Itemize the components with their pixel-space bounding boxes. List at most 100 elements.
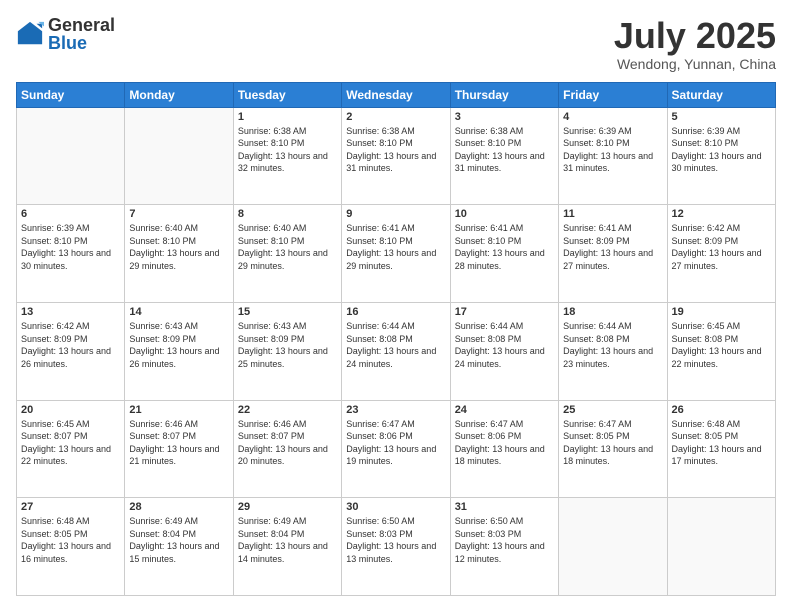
cell-w4-d5: 24 Sunrise: 6:47 AM Sunset: 8:06 PM Dayli… <box>450 400 558 498</box>
cell-w1-d5: 3 Sunrise: 6:38 AM Sunset: 8:10 PM Daylig… <box>450 107 558 205</box>
logo-general-text: General <box>48 16 115 34</box>
day-info-text: Sunrise: 6:46 AM Sunset: 8:07 PM Dayligh… <box>129 418 228 468</box>
cell-w1-d4: 2Sunrise: 6:38 AM Sunset: 8:10 PM Daylig… <box>342 107 450 205</box>
day-number: 21 <box>129 404 228 416</box>
day-number: 6 <box>21 208 120 220</box>
cell-w5-d1: 27 Sunrise: 6:48 AM Sunset: 8:05 PM Dayli… <box>17 498 125 596</box>
day-number: 15 <box>238 306 337 318</box>
cell-w4-d7: 26Sunrise: 6:48 AM Sunset: 8:05 PM Dayli… <box>667 400 775 498</box>
day-info-text: Sunrise: 6:47 AM Sunset: 8:05 PM Dayligh… <box>563 418 662 468</box>
day-info-text: Sunrise: 6:38 AM Sunset: 8:10 PM Dayligh… <box>455 125 554 175</box>
cell-w3-d6: 18 Sunrise: 6:44 AM Sunset: 8:08 PM Dayli… <box>559 302 667 400</box>
day-number: 9 <box>346 208 445 220</box>
day-info-text: Sunrise: 6:41 AM Sunset: 8:10 PM Dayligh… <box>346 222 445 272</box>
day-number: 24 <box>455 404 554 416</box>
cell-w5-d2: 28 Sunrise: 6:49 AM Sunset: 8:04 PM Dayli… <box>125 498 233 596</box>
cell-w4-d4: 23 Sunrise: 6:47 AM Sunset: 8:06 PM Dayli… <box>342 400 450 498</box>
day-number: 27 <box>21 501 120 513</box>
day-info-text: Sunrise: 6:47 AM Sunset: 8:06 PM Dayligh… <box>455 418 554 468</box>
day-number: 29 <box>238 501 337 513</box>
cell-w4-d1: 20 Sunrise: 6:45 AM Sunset: 8:07 PM Dayli… <box>17 400 125 498</box>
logo-blue-text: Blue <box>48 34 115 52</box>
calendar-header-row: Sunday Monday Tuesday Wednesday Thursday… <box>17 82 776 107</box>
day-info-text: Sunrise: 6:40 AM Sunset: 8:10 PM Dayligh… <box>238 222 337 272</box>
cell-w3-d3: 15 Sunrise: 6:43 AM Sunset: 8:09 PM Dayli… <box>233 302 341 400</box>
week-row-3: 13 Sunrise: 6:42 AM Sunset: 8:09 PM Dayli… <box>17 302 776 400</box>
day-number: 13 <box>21 306 120 318</box>
month-year-title: July 2025 <box>614 16 776 56</box>
day-number: 7 <box>129 208 228 220</box>
day-number: 5 <box>672 111 771 123</box>
day-number: 20 <box>21 404 120 416</box>
day-info-text: Sunrise: 6:48 AM Sunset: 8:05 PM Dayligh… <box>21 515 120 565</box>
day-info-text: Sunrise: 6:43 AM Sunset: 8:09 PM Dayligh… <box>238 320 337 370</box>
cell-w3-d1: 13 Sunrise: 6:42 AM Sunset: 8:09 PM Dayli… <box>17 302 125 400</box>
day-info-text: Sunrise: 6:45 AM Sunset: 8:07 PM Dayligh… <box>21 418 120 468</box>
day-info-text: Sunrise: 6:45 AM Sunset: 8:08 PM Dayligh… <box>672 320 771 370</box>
day-number: 18 <box>563 306 662 318</box>
day-number: 16 <box>346 306 445 318</box>
cell-w4-d2: 21 Sunrise: 6:46 AM Sunset: 8:07 PM Dayli… <box>125 400 233 498</box>
day-number: 12 <box>672 208 771 220</box>
week-row-1: 1 Sunrise: 6:38 AM Sunset: 8:10 PM Daylig… <box>17 107 776 205</box>
page: General Blue July 2025 Wendong, Yunnan, … <box>0 0 792 612</box>
cell-w1-d6: 4Sunrise: 6:39 AM Sunset: 8:10 PM Daylig… <box>559 107 667 205</box>
col-header-friday: Friday <box>559 82 667 107</box>
col-header-saturday: Saturday <box>667 82 775 107</box>
cell-w2-d4: 9 Sunrise: 6:41 AM Sunset: 8:10 PM Daylig… <box>342 205 450 303</box>
day-number: 19 <box>672 306 771 318</box>
cell-w1-d7: 5 Sunrise: 6:39 AM Sunset: 8:10 PM Daylig… <box>667 107 775 205</box>
day-info-text: Sunrise: 6:47 AM Sunset: 8:06 PM Dayligh… <box>346 418 445 468</box>
col-header-monday: Monday <box>125 82 233 107</box>
day-info-text: Sunrise: 6:44 AM Sunset: 8:08 PM Dayligh… <box>563 320 662 370</box>
cell-w3-d7: 19 Sunrise: 6:45 AM Sunset: 8:08 PM Dayli… <box>667 302 775 400</box>
day-number: 30 <box>346 501 445 513</box>
logo-icon <box>16 20 44 48</box>
day-number: 23 <box>346 404 445 416</box>
day-info-text: Sunrise: 6:50 AM Sunset: 8:03 PM Dayligh… <box>455 515 554 565</box>
cell-w5-d6 <box>559 498 667 596</box>
col-header-thursday: Thursday <box>450 82 558 107</box>
week-row-2: 6 Sunrise: 6:39 AM Sunset: 8:10 PM Daylig… <box>17 205 776 303</box>
day-info-text: Sunrise: 6:42 AM Sunset: 8:09 PM Dayligh… <box>21 320 120 370</box>
day-number: 11 <box>563 208 662 220</box>
day-info-text: Sunrise: 6:49 AM Sunset: 8:04 PM Dayligh… <box>238 515 337 565</box>
day-info-text: Sunrise: 6:48 AM Sunset: 8:05 PM Dayligh… <box>672 418 771 468</box>
day-info-text: Sunrise: 6:42 AM Sunset: 8:09 PM Dayligh… <box>672 222 771 272</box>
col-header-wednesday: Wednesday <box>342 82 450 107</box>
location-text: Wendong, Yunnan, China <box>614 56 776 72</box>
day-number: 1 <box>238 111 337 123</box>
cell-w3-d4: 16 Sunrise: 6:44 AM Sunset: 8:08 PM Dayli… <box>342 302 450 400</box>
cell-w5-d4: 30Sunrise: 6:50 AM Sunset: 8:03 PM Dayli… <box>342 498 450 596</box>
day-number: 28 <box>129 501 228 513</box>
day-number: 14 <box>129 306 228 318</box>
cell-w2-d2: 7 Sunrise: 6:40 AM Sunset: 8:10 PM Daylig… <box>125 205 233 303</box>
day-number: 25 <box>563 404 662 416</box>
cell-w5-d5: 31Sunrise: 6:50 AM Sunset: 8:03 PM Dayli… <box>450 498 558 596</box>
day-number: 10 <box>455 208 554 220</box>
day-number: 2 <box>346 111 445 123</box>
header: General Blue July 2025 Wendong, Yunnan, … <box>16 16 776 72</box>
day-info-text: Sunrise: 6:44 AM Sunset: 8:08 PM Dayligh… <box>346 320 445 370</box>
cell-w5-d3: 29 Sunrise: 6:49 AM Sunset: 8:04 PM Dayli… <box>233 498 341 596</box>
cell-w3-d5: 17Sunrise: 6:44 AM Sunset: 8:08 PM Dayli… <box>450 302 558 400</box>
day-number: 17 <box>455 306 554 318</box>
day-info-text: Sunrise: 6:46 AM Sunset: 8:07 PM Dayligh… <box>238 418 337 468</box>
cell-w2-d6: 11Sunrise: 6:41 AM Sunset: 8:09 PM Dayli… <box>559 205 667 303</box>
cell-w2-d1: 6 Sunrise: 6:39 AM Sunset: 8:10 PM Daylig… <box>17 205 125 303</box>
col-header-tuesday: Tuesday <box>233 82 341 107</box>
cell-w3-d2: 14Sunrise: 6:43 AM Sunset: 8:09 PM Dayli… <box>125 302 233 400</box>
day-info-text: Sunrise: 6:41 AM Sunset: 8:10 PM Dayligh… <box>455 222 554 272</box>
calendar-table: Sunday Monday Tuesday Wednesday Thursday… <box>16 82 776 596</box>
title-section: July 2025 Wendong, Yunnan, China <box>614 16 776 72</box>
day-info-text: Sunrise: 6:39 AM Sunset: 8:10 PM Dayligh… <box>672 125 771 175</box>
logo-text: General Blue <box>48 16 115 52</box>
day-number: 3 <box>455 111 554 123</box>
day-info-text: Sunrise: 6:39 AM Sunset: 8:10 PM Dayligh… <box>563 125 662 175</box>
day-info-text: Sunrise: 6:40 AM Sunset: 8:10 PM Dayligh… <box>129 222 228 272</box>
day-info-text: Sunrise: 6:39 AM Sunset: 8:10 PM Dayligh… <box>21 222 120 272</box>
day-info-text: Sunrise: 6:49 AM Sunset: 8:04 PM Dayligh… <box>129 515 228 565</box>
logo: General Blue <box>16 16 115 52</box>
cell-w1-d2 <box>125 107 233 205</box>
cell-w2-d5: 10 Sunrise: 6:41 AM Sunset: 8:10 PM Dayli… <box>450 205 558 303</box>
